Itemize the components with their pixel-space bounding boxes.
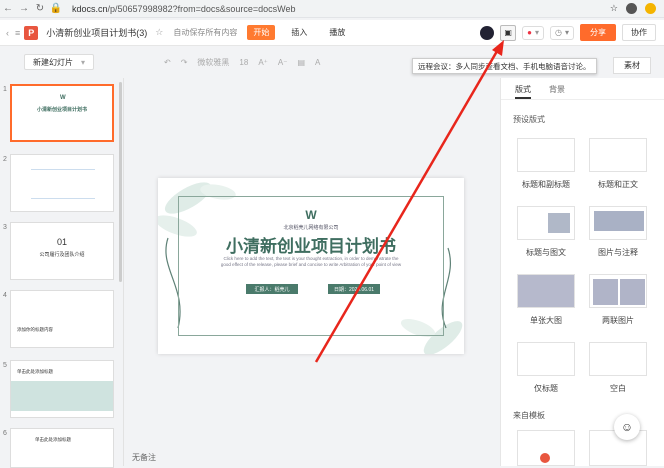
annotation-arrow <box>314 40 504 363</box>
